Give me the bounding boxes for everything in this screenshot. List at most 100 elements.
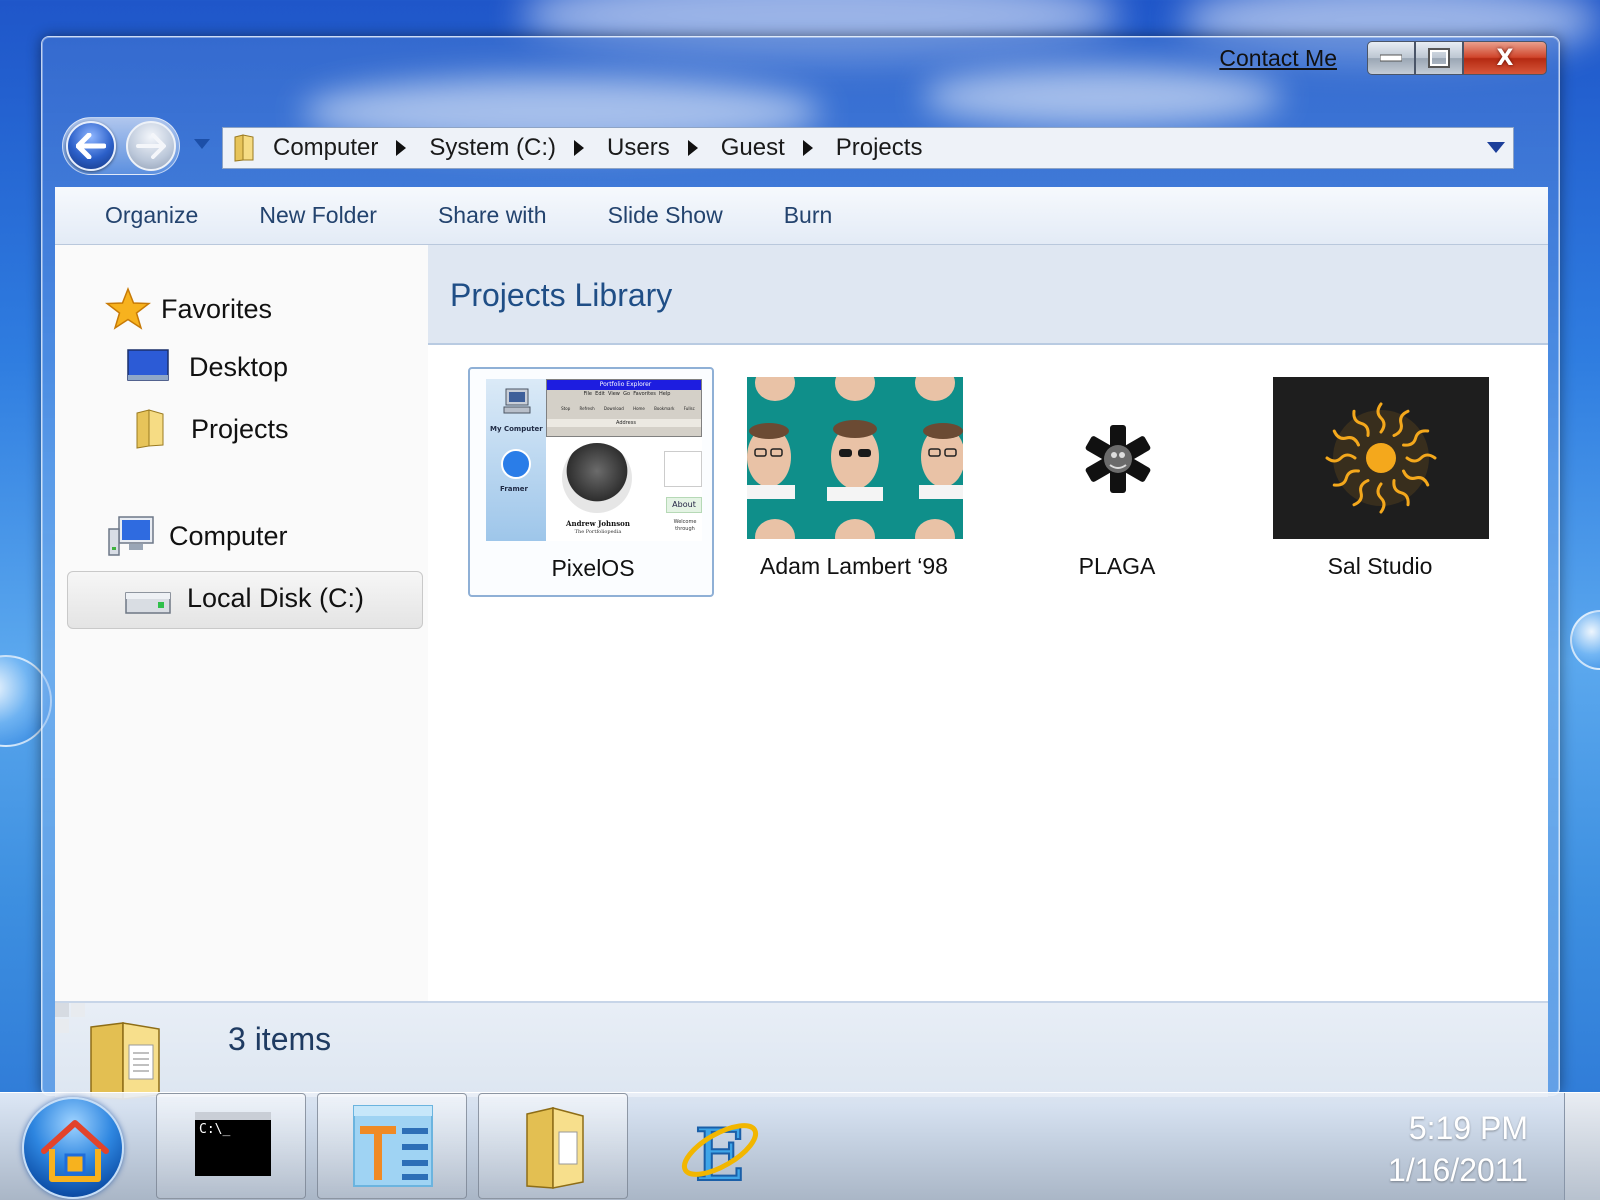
- maximize-button[interactable]: [1415, 41, 1463, 75]
- adam-lambert-thumbnail: [747, 377, 963, 539]
- taskbar-browser-button[interactable]: E: [639, 1093, 789, 1199]
- thumb-menu-item: File: [583, 391, 592, 397]
- library-header: Projects Library: [428, 245, 1548, 345]
- plaga-thumbnail: [1010, 377, 1226, 539]
- project-tile-plaga[interactable]: PLAGA: [994, 367, 1240, 597]
- thumb-person-sub: The Portfoliopedia: [574, 529, 622, 535]
- window-glass-cloud: [922, 67, 1282, 127]
- back-arrow-icon: [76, 133, 106, 159]
- navigation-pane: Favorites Desktop Projects Computer Loca…: [55, 245, 428, 1001]
- thumb-menu-item: View: [608, 391, 620, 397]
- breadcrumb-projects[interactable]: Projects: [836, 134, 923, 162]
- address-bar[interactable]: Computer System (C:) Users Guest Project…: [222, 127, 1514, 169]
- breadcrumb-separator-icon[interactable]: [802, 140, 813, 156]
- recent-pages-dropdown[interactable]: [194, 139, 210, 149]
- thumb-menu-item: Help: [659, 391, 671, 397]
- burn-button[interactable]: Burn: [784, 202, 833, 229]
- face-grid-image: [747, 377, 963, 539]
- taskbar-terminal-button[interactable]: C:\_: [156, 1093, 306, 1199]
- thumb-menu: File Edit View Go Favorites Help: [547, 390, 701, 399]
- breadcrumb-separator-icon[interactable]: [574, 140, 585, 156]
- clock-date: 1/16/2011: [1388, 1152, 1528, 1188]
- close-button[interactable]: X: [1463, 41, 1547, 75]
- show-desktop-button[interactable]: [1564, 1093, 1600, 1200]
- project-tile-sal-studio[interactable]: Sal Studio: [1257, 367, 1503, 597]
- tile-label-adam-lambert: Adam Lambert ‘98: [760, 553, 948, 579]
- close-icon: X: [1496, 45, 1514, 71]
- desktop-label: Desktop: [189, 351, 289, 382]
- internet-explorer-icon: E: [681, 1112, 759, 1190]
- new-folder-button[interactable]: New Folder: [259, 202, 377, 229]
- thumb-tool: Home: [633, 406, 645, 411]
- large-folder-icon: [90, 1022, 160, 1100]
- thumb-framer-icon: [501, 449, 531, 479]
- clock-time: 5:19 PM: [1408, 1110, 1528, 1146]
- thumb-person-name: Andrew Johnson: [566, 519, 630, 528]
- thumb-tool: Download: [603, 406, 624, 411]
- thumb-window-chrome: Portfolio Explorer File Edit View Go Fav…: [546, 379, 702, 437]
- thumb-menu-item: Edit: [595, 391, 605, 397]
- thumb-address-label: Address: [547, 419, 701, 427]
- project-tile-pixelos[interactable]: My Computer Framer Portfolio Explorer Fi…: [468, 367, 714, 597]
- tile-label-pixelos: PixelOS: [551, 555, 635, 581]
- taskbar-explorer-button[interactable]: [478, 1093, 628, 1199]
- text-editor-icon: [353, 1105, 433, 1187]
- thumb-tool: Refresh: [579, 406, 595, 411]
- folder-icon: [234, 134, 254, 162]
- library-title: Projects Library: [450, 277, 673, 313]
- breadcrumb-separator-icon[interactable]: [396, 140, 407, 156]
- sidebar-item-favorites[interactable]: Favorites: [105, 287, 272, 331]
- computer-icon: [108, 516, 154, 556]
- computer-label: Computer: [169, 520, 288, 551]
- taskbar: C:\_ E 5:19 PM 1/16/2011: [0, 1092, 1600, 1200]
- back-button[interactable]: [66, 121, 116, 171]
- thumb-avatar: [562, 443, 632, 513]
- thumb-tool: Fullsc: [683, 406, 695, 411]
- thumb-computer-icon: [503, 388, 531, 414]
- organize-button[interactable]: Organize: [105, 202, 198, 229]
- content-pane: Projects Library My Computer Framer Port…: [428, 245, 1548, 1001]
- terminal-prompt-text: C:\_: [199, 1122, 231, 1137]
- system-clock[interactable]: 5:19 PM 1/16/2011: [1388, 1107, 1528, 1191]
- sidebar-item-projects[interactable]: Projects: [135, 409, 289, 449]
- home-icon: [41, 1120, 109, 1182]
- sidebar-item-local-disk[interactable]: Local Disk (C:): [125, 579, 364, 617]
- sidebar-item-computer[interactable]: Computer: [107, 515, 288, 557]
- thumb-menu-item: Go: [623, 391, 631, 397]
- breadcrumb-system-c[interactable]: System (C:): [429, 134, 556, 162]
- breadcrumb-separator-icon[interactable]: [687, 140, 698, 156]
- taskbar-text-editor-button[interactable]: [317, 1093, 467, 1199]
- thumb-welcome-text: Welcome through: [673, 519, 697, 532]
- breadcrumb-computer[interactable]: Computer: [273, 134, 378, 162]
- folder-icon: [526, 1107, 584, 1189]
- forward-button[interactable]: [126, 121, 176, 171]
- address-dropdown-icon[interactable]: [1487, 142, 1505, 153]
- command-toolbar: Organize New Folder Share with Slide Sho…: [55, 187, 1548, 245]
- thumb-side-box: [664, 451, 702, 487]
- terminal-icon: C:\_: [195, 1112, 271, 1176]
- sun-logo-icon: [1325, 402, 1437, 514]
- resize-grip-icon: [55, 1003, 85, 1033]
- slide-show-button[interactable]: Slide Show: [608, 202, 723, 229]
- minimize-button[interactable]: [1367, 41, 1415, 75]
- maximize-icon: [1428, 48, 1450, 68]
- pixelos-thumbnail: My Computer Framer Portfolio Explorer Fi…: [486, 379, 702, 541]
- projects-label: Projects: [191, 413, 289, 444]
- thumb-menu-item: Favorites: [633, 391, 656, 397]
- share-with-button[interactable]: Share with: [438, 202, 547, 229]
- favorites-label: Favorites: [161, 293, 273, 324]
- minimize-icon: [1380, 54, 1402, 62]
- thumb-about-box: About: [666, 497, 702, 513]
- tile-label-sal-studio: Sal Studio: [1327, 553, 1433, 579]
- breadcrumb-guest[interactable]: Guest: [721, 134, 785, 162]
- drive-icon: [125, 592, 171, 614]
- sal-studio-thumbnail: [1273, 377, 1489, 539]
- start-button[interactable]: [22, 1097, 124, 1199]
- thumb-framer-label: Framer: [500, 485, 529, 493]
- contact-me-link[interactable]: Contact Me: [1219, 45, 1337, 72]
- thumb-toolbar: Stop Refresh Download Home Bookmark Full…: [547, 399, 701, 419]
- project-tile-adam-lambert[interactable]: Adam Lambert ‘98: [731, 367, 977, 597]
- sidebar-item-desktop[interactable]: Desktop: [127, 349, 288, 385]
- breadcrumb-users[interactable]: Users: [607, 134, 670, 162]
- thumb-tool: Bookmark: [654, 406, 675, 411]
